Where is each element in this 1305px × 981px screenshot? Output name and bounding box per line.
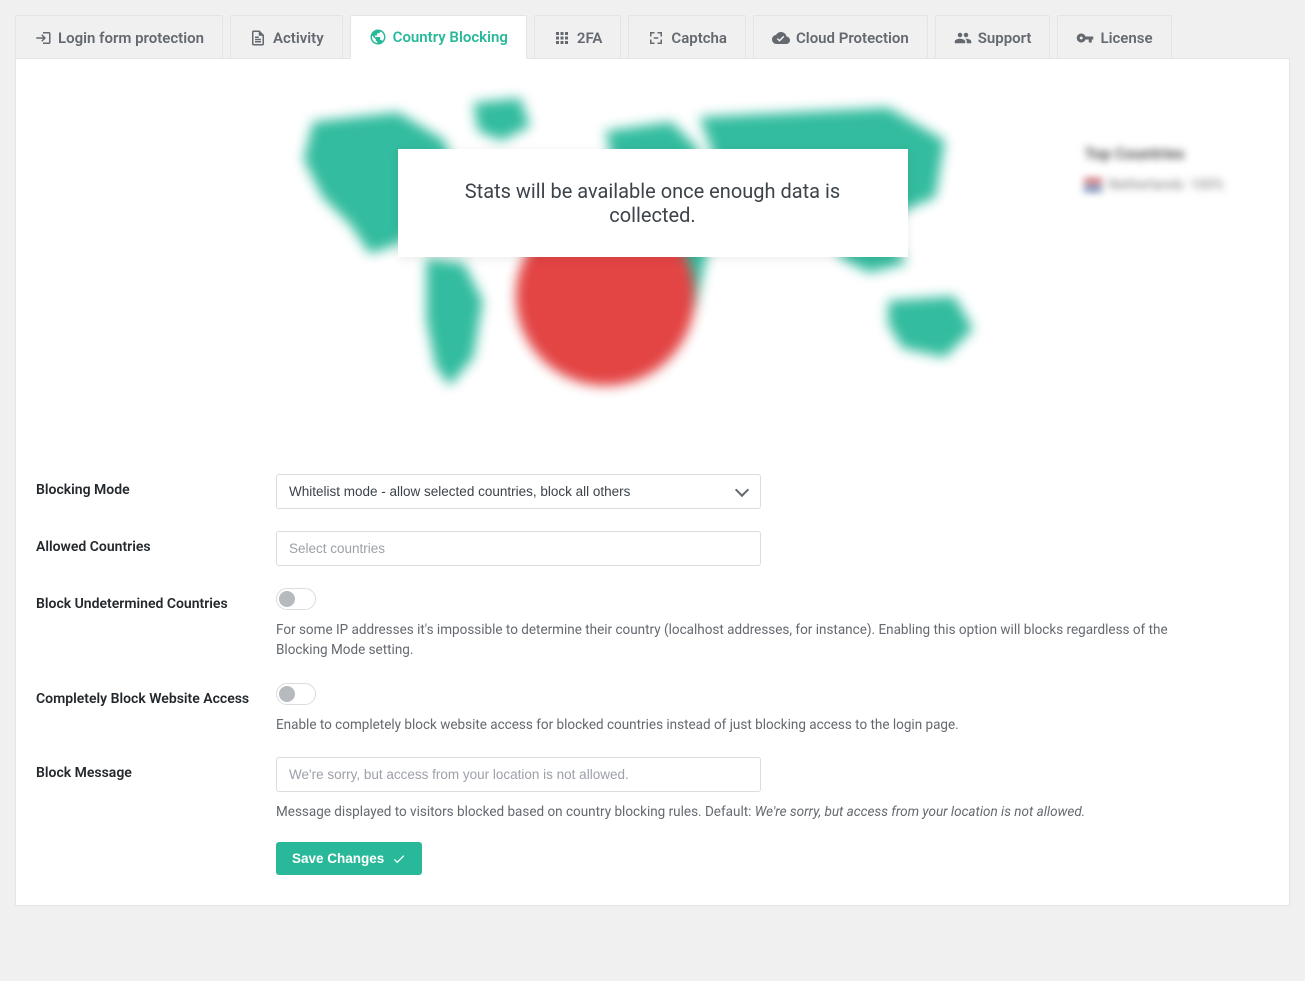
top-countries-widget: Top Countries Netherlands 100%: [1084, 144, 1224, 193]
blocking-mode-label: Blocking Mode: [36, 474, 276, 498]
document-icon: [249, 29, 267, 47]
support-icon: [954, 29, 972, 47]
completely-block-help: Enable to completely block website acces…: [276, 715, 1196, 735]
block-undetermined-help: For some IP addresses it's impossible to…: [276, 620, 1196, 661]
completely-block-label: Completely Block Website Access: [36, 683, 276, 707]
block-undetermined-label: Block Undetermined Countries: [36, 588, 276, 612]
flag-nl-icon: [1084, 179, 1102, 191]
toggle-knob: [279, 686, 295, 702]
top-country-row: Netherlands 100%: [1084, 177, 1224, 193]
blocking-mode-select[interactable]: Whitelist mode - allow selected countrie…: [276, 474, 761, 509]
tab-2fa[interactable]: 2FA: [534, 15, 622, 59]
stats-pending-card: Stats will be available once enough data…: [398, 149, 908, 257]
tab-label: Support: [978, 29, 1032, 47]
tabs-nav: Login form protection Activity Country B…: [15, 15, 1290, 59]
allowed-countries-label: Allowed Countries: [36, 531, 276, 555]
save-label: Save Changes: [292, 851, 384, 866]
tab-label: 2FA: [577, 29, 603, 47]
tab-label: Cloud Protection: [796, 29, 909, 47]
country-blocking-panel: Top Countries Netherlands 100% Stats wil…: [15, 58, 1290, 906]
top-countries-title: Top Countries: [1084, 144, 1224, 163]
block-undetermined-toggle[interactable]: [276, 588, 316, 610]
toggle-knob: [279, 591, 295, 607]
captcha-icon: [647, 29, 665, 47]
stats-message: Stats will be available once enough data…: [465, 179, 840, 227]
tab-label: Captcha: [671, 29, 727, 47]
block-message-input[interactable]: [276, 757, 761, 792]
login-icon: [34, 29, 52, 47]
cloud-check-icon: [772, 29, 790, 47]
keypad-icon: [553, 29, 571, 47]
block-message-help: Message displayed to visitors blocked ba…: [276, 802, 1196, 822]
top-country-name: Netherlands: [1108, 177, 1184, 193]
key-icon: [1076, 29, 1094, 47]
tab-license[interactable]: License: [1057, 15, 1171, 59]
tab-label: Activity: [273, 29, 324, 47]
save-changes-button[interactable]: Save Changes: [276, 842, 422, 875]
allowed-countries-input[interactable]: [276, 531, 761, 566]
map-area: Top Countries Netherlands 100% Stats wil…: [36, 84, 1269, 414]
tab-label: Login form protection: [58, 29, 204, 47]
tab-activity[interactable]: Activity: [230, 15, 343, 59]
tab-support[interactable]: Support: [935, 15, 1051, 59]
settings-form: Blocking Mode Whitelist mode - allow sel…: [16, 474, 1289, 822]
top-country-pct: 100%: [1190, 177, 1224, 193]
tab-label: License: [1100, 29, 1152, 47]
tab-label: Country Blocking: [393, 28, 508, 46]
blocking-mode-select-wrap: Whitelist mode - allow selected countrie…: [276, 474, 761, 509]
tab-captcha[interactable]: Captcha: [628, 15, 746, 59]
tab-cloud-protection[interactable]: Cloud Protection: [753, 15, 928, 59]
block-message-label: Block Message: [36, 757, 276, 781]
globe-icon: [369, 28, 387, 46]
tab-login-form-protection[interactable]: Login form protection: [15, 15, 223, 59]
check-icon: [392, 852, 406, 866]
tab-country-blocking[interactable]: Country Blocking: [350, 15, 527, 59]
completely-block-toggle[interactable]: [276, 683, 316, 705]
